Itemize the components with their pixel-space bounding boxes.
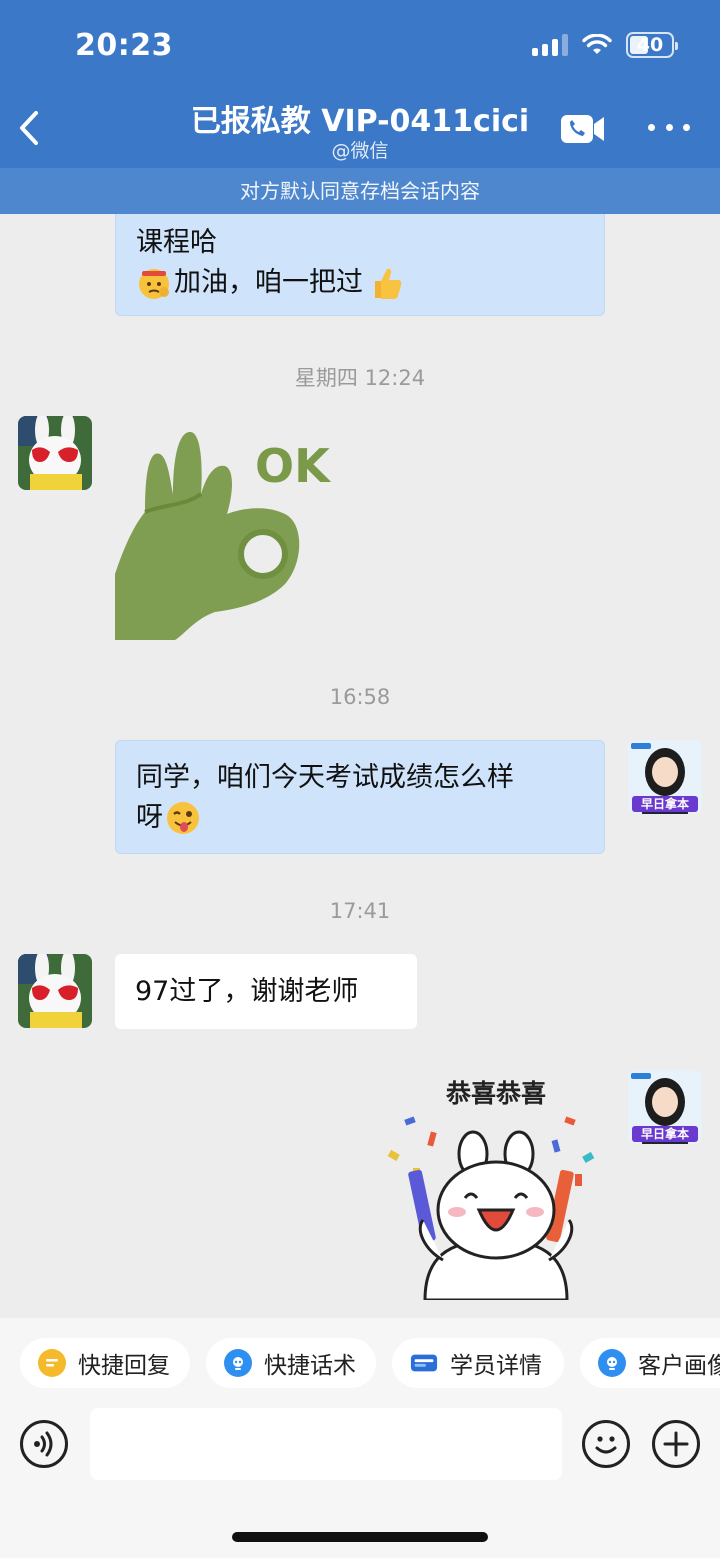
message-text: 呀 [136,802,163,833]
timestamp: 星期四 12:24 [294,366,426,390]
video-phone-icon [561,115,604,143]
more-attachments-button[interactable] [652,1420,700,1468]
video-call-button[interactable] [560,112,606,146]
outgoing-message[interactable]: 同学，咱们今天考试成绩怎么样 呀 [115,740,605,854]
emoji-button[interactable] [582,1420,630,1468]
message-input[interactable] [90,1408,562,1480]
archive-notice: 对方默认同意存档会话内容 [0,168,720,214]
wifi-icon [582,34,612,54]
teacher-avatar-badge: 早日拿本 [640,797,689,811]
teacher-avatar-badge: 早日拿本 [640,1127,689,1141]
card-icon [410,1349,438,1377]
determined-face-emoji-icon [139,269,169,299]
customer-profile-chip[interactable]: 客户画像 [580,1338,720,1388]
battery-level: 40 [636,34,664,56]
student-avatar[interactable] [18,416,92,490]
quick-script-chip[interactable]: 快捷话术 [206,1338,376,1388]
chip-label: 客户画像 [638,1353,720,1379]
chat-title: 已报私教 VIP-0411cici [190,104,530,139]
ok-hand-icon: OK [115,431,332,640]
timestamp: 17:41 [329,899,391,923]
chat-area[interactable]: 课程哈 加油，咱一把过 星期四 12:24 OK 16:58 同学，咱们今天考试… [0,214,720,1318]
message-text: 同学，咱们今天考试成绩怎么样 [136,762,514,793]
thumbs-up-emoji-icon [375,268,402,299]
message-text: 97过了，谢谢老师 [135,976,359,1007]
battery-icon: 40 [626,32,678,58]
message-icon [38,1349,66,1377]
sticker-text: 恭喜恭喜 [445,1079,546,1108]
robot-icon [598,1349,626,1377]
home-indicator [232,1532,488,1542]
smiley-icon [595,1436,617,1454]
teacher-avatar[interactable]: 早日拿本 [628,1070,702,1144]
voice-input-button[interactable] [20,1420,68,1468]
chat-header: 20:23 40 已报私教 VIP-0411cici @微信 [0,0,720,168]
incoming-message[interactable]: 97过了，谢谢老师 [115,954,417,1029]
robot-icon [224,1349,252,1377]
timestamp: 16:58 [329,685,391,709]
chip-label: 学员详情 [450,1353,542,1379]
message-text: 加油，咱一把过 [174,267,363,298]
student-details-chip[interactable]: 学员详情 [392,1338,564,1388]
winking-tongue-emoji-icon [167,802,199,834]
dot-icon [648,123,655,131]
message-text: 课程哈 [136,227,217,258]
sticker-text: OK [255,439,332,493]
dot-icon [683,123,690,131]
plus-icon [663,1431,689,1457]
quick-reply-chip[interactable]: 快捷回复 [20,1338,190,1388]
status-icons: 40 [532,32,678,58]
chip-label: 快捷回复 [78,1353,170,1379]
signal-icon [532,34,568,56]
teacher-avatar[interactable]: 早日拿本 [628,740,702,814]
quick-action-bar[interactable]: 快捷回复 快捷话术 学员详情 客户画像 [0,1318,720,1408]
more-options-button[interactable] [648,112,690,142]
congrats-bunny-sticker[interactable]: 恭喜恭喜 [385,1070,607,1302]
dot-icon [665,123,673,131]
chip-label: 快捷话术 [264,1353,356,1379]
ok-hand-sticker[interactable]: OK [115,424,335,640]
bunny-avatar-icon [18,954,92,1028]
outgoing-message[interactable]: 课程哈 加油，咱一把过 [115,214,605,316]
bunny-avatar-icon [18,416,92,490]
status-time: 20:23 [75,28,173,63]
voice-icon [34,1431,53,1457]
chat-subtitle: @微信 [331,140,389,162]
student-avatar[interactable] [18,954,92,1028]
cheering-bunny-icon: 恭喜恭喜 [387,1079,595,1302]
